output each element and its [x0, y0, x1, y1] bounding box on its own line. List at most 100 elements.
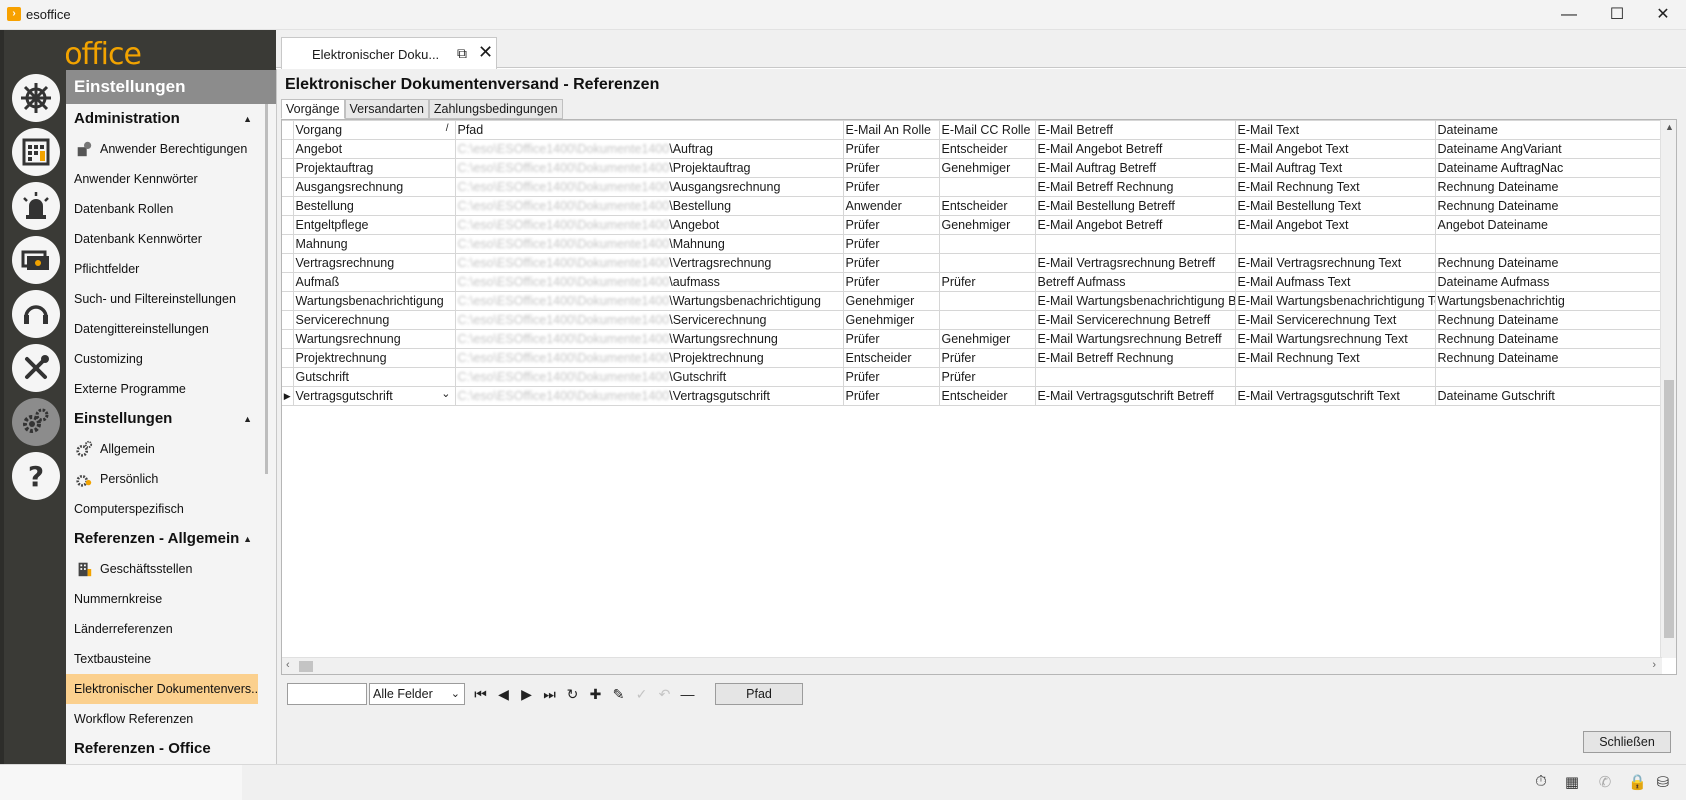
scroll-left-icon[interactable]: ‹: [286, 659, 290, 671]
cell-dateiname[interactable]: Angebot Dateiname: [1434, 215, 1663, 235]
scroll-up-icon[interactable]: ▲: [1665, 122, 1674, 132]
field-select[interactable]: Alle Felder ⌄: [369, 683, 465, 705]
building-icon[interactable]: ▦: [1563, 773, 1581, 791]
cell-email-betreff[interactable]: E-Mail Bestellung Betreff: [1034, 196, 1236, 216]
cell-email-cc-rolle[interactable]: Entscheider: [938, 386, 1036, 406]
cell-email-cc-rolle[interactable]: Prüfer: [938, 348, 1036, 368]
cell-pfad[interactable]: C:\eso\ESOffice1400\Dokumente1400\Wartun…: [454, 291, 844, 311]
minimize-icon[interactable]: —: [1546, 0, 1592, 30]
row-selector[interactable]: [282, 215, 294, 235]
cell-email-an-rolle[interactable]: Genehmiger: [842, 310, 940, 330]
edit-icon[interactable]: ✎: [607, 683, 630, 705]
nav-section-referenzen-allgemein[interactable]: Referenzen - Allgemein ▲: [66, 524, 276, 554]
nav-section-einstellungen[interactable]: Einstellungen ▲: [66, 404, 276, 434]
cell-pfad[interactable]: C:\eso\ESOffice1400\Dokumente1400\Ausgan…: [454, 177, 844, 197]
row-selector[interactable]: [282, 329, 294, 349]
cell-pfad[interactable]: C:\eso\ESOffice1400\Dokumente1400\Servic…: [454, 310, 844, 330]
row-selector[interactable]: [282, 196, 294, 216]
cell-email-betreff[interactable]: E-Mail Wartungsbenachrichtigung Be: [1034, 291, 1236, 311]
table-row[interactable]: Servicerechnung C:\eso\ESOffice1400\Dokum…: [282, 310, 1663, 330]
table-row[interactable]: ▶ Vertragsgutschrift ⌄ C:\eso\ESOffice1400\…: [282, 386, 1663, 406]
cell-email-an-rolle[interactable]: Anwender: [842, 196, 940, 216]
cell-email-an-rolle[interactable]: Prüfer: [842, 386, 940, 406]
cell-email-an-rolle[interactable]: Prüfer: [842, 272, 940, 292]
nav-item-datenbank-rollen[interactable]: Datenbank Rollen: [66, 194, 276, 224]
refresh-icon[interactable]: ↻: [561, 683, 584, 705]
collapse-caret-icon[interactable]: ▲: [243, 104, 252, 134]
close-icon[interactable]: ✕: [1640, 0, 1686, 30]
cell-email-text[interactable]: E-Mail Rechnung Text: [1234, 177, 1436, 197]
cell-email-an-rolle[interactable]: Prüfer: [842, 215, 940, 235]
cell-email-cc-rolle[interactable]: Genehmiger: [938, 329, 1036, 349]
cell-dateiname[interactable]: Dateiname AngVariant: [1434, 139, 1663, 159]
tab-vorgaenge[interactable]: Vorgänge: [281, 99, 345, 119]
row-selector[interactable]: [282, 158, 294, 178]
money-icon[interactable]: [12, 236, 60, 284]
cell-email-text[interactable]: E-Mail Aufmass Text: [1234, 272, 1436, 292]
undo-icon[interactable]: ↶: [653, 683, 676, 705]
timer-icon[interactable]: ⏱: [1532, 773, 1550, 791]
row-selector[interactable]: [282, 253, 294, 273]
cell-email-text[interactable]: [1234, 367, 1436, 387]
table-row[interactable]: Aufmaß C:\eso\ESOffice1400\Dokumente1400\…: [282, 272, 1663, 292]
cell-dateiname[interactable]: [1434, 234, 1663, 254]
cell-email-cc-rolle[interactable]: [938, 291, 1036, 311]
cell-email-betreff[interactable]: E-Mail Wartungsrechnung Betreff: [1034, 329, 1236, 349]
row-selector[interactable]: [282, 367, 294, 387]
phone-icon[interactable]: ✆: [1596, 773, 1614, 791]
cell-email-an-rolle[interactable]: Prüfer: [842, 158, 940, 178]
cell-email-cc-rolle[interactable]: [938, 253, 1036, 273]
cell-pfad[interactable]: C:\eso\ESOffice1400\Dokumente1400\Gutsch…: [454, 367, 844, 387]
cell-pfad[interactable]: C:\eso\ESOffice1400\Dokumente1400\Auftra…: [454, 139, 844, 159]
tools-icon[interactable]: [12, 344, 60, 392]
search-input[interactable]: [287, 683, 367, 705]
cell-email-cc-rolle[interactable]: Entscheider: [938, 196, 1036, 216]
cell-email-cc-rolle[interactable]: Prüfer: [938, 367, 1036, 387]
collapse-caret-icon[interactable]: ▲: [243, 404, 252, 434]
nav-item-anwender-kennwoerter[interactable]: Anwender Kennwörter: [66, 164, 276, 194]
cell-email-betreff[interactable]: E-Mail Betreff Rechnung: [1034, 177, 1236, 197]
help-icon[interactable]: ?: [12, 452, 60, 500]
cell-vorgang[interactable]: Wartungsbenachrichtigung: [292, 291, 456, 311]
cell-email-an-rolle[interactable]: Prüfer: [842, 139, 940, 159]
table-row[interactable]: Projektrechnung C:\eso\ESOffice1400\Dokum…: [282, 348, 1663, 368]
table-row[interactable]: Ausgangsrechnung C:\eso\ESOffice1400\Doku…: [282, 177, 1663, 197]
table-row[interactable]: Wartungsbenachrichtigung C:\eso\ESOffice1…: [282, 291, 1663, 311]
cell-email-text[interactable]: E-Mail Wartungsbenachrichtigung Te: [1234, 291, 1436, 311]
column-header-vorgang[interactable]: Vorgang /: [292, 120, 456, 140]
cell-dateiname[interactable]: Rechnung Dateiname: [1434, 329, 1663, 349]
cell-email-cc-rolle[interactable]: Genehmiger: [938, 215, 1036, 235]
vertical-scroll-thumb[interactable]: [1664, 380, 1674, 638]
cell-pfad[interactable]: C:\eso\ESOffice1400\Dokumente1400\Vertra…: [454, 386, 844, 406]
nav-item-customizing[interactable]: Customizing: [66, 344, 276, 374]
nav-item-workflow-referenzen[interactable]: Workflow Referenzen: [66, 704, 276, 734]
column-header-email-cc-rolle[interactable]: E-Mail CC Rolle: [938, 120, 1036, 140]
cell-vorgang[interactable]: Servicerechnung: [292, 310, 456, 330]
scroll-right-icon[interactable]: ›: [1652, 659, 1656, 671]
nav-item-datenbank-kennwoerter[interactable]: Datenbank Kennwörter: [66, 224, 276, 254]
cell-dateiname[interactable]: Rechnung Dateiname: [1434, 177, 1663, 197]
table-row[interactable]: Wartungsrechnung C:\eso\ESOffice1400\Doku…: [282, 329, 1663, 349]
cell-email-cc-rolle[interactable]: [938, 177, 1036, 197]
nav-item-nummernkreise[interactable]: Nummernkreise: [66, 584, 276, 614]
row-selector[interactable]: [282, 177, 294, 197]
tab-versandarten[interactable]: Versandarten: [344, 99, 429, 119]
add-icon[interactable]: ✚: [584, 683, 607, 705]
last-record-icon[interactable]: ⏭: [538, 683, 561, 705]
cell-email-text[interactable]: E-Mail Angebot Text: [1234, 139, 1436, 159]
cell-dateiname[interactable]: [1434, 367, 1663, 387]
cell-email-text[interactable]: E-Mail Servicerechnung Text: [1234, 310, 1436, 330]
nav-item-allgemein[interactable]: Allgemein: [66, 434, 276, 464]
cell-vorgang[interactable]: Vertragsrechnung: [292, 253, 456, 273]
table-row[interactable]: Mahnung C:\eso\ESOffice1400\Dokumente1400…: [282, 234, 1663, 254]
calendar-grid-icon[interactable]: [12, 128, 60, 176]
cell-dateiname[interactable]: Dateiname AuftragNac: [1434, 158, 1663, 178]
cell-vorgang[interactable]: Aufmaß: [292, 272, 456, 292]
cell-email-betreff[interactable]: E-Mail Vertragsrechnung Betreff: [1034, 253, 1236, 273]
cell-pfad[interactable]: C:\eso\ESOffice1400\Dokumente1400\Mahnun…: [454, 234, 844, 254]
cell-pfad[interactable]: C:\eso\ESOffice1400\Dokumente1400\Bestel…: [454, 196, 844, 216]
row-selector[interactable]: [282, 234, 294, 254]
cell-email-text[interactable]: E-Mail Auftrag Text: [1234, 158, 1436, 178]
table-row[interactable]: Bestellung C:\eso\ESOffice1400\Dokumente1…: [282, 196, 1663, 216]
nav-item-elektronischer-dokumentenversand[interactable]: Elektronischer Dokumentenvers...: [66, 674, 258, 704]
